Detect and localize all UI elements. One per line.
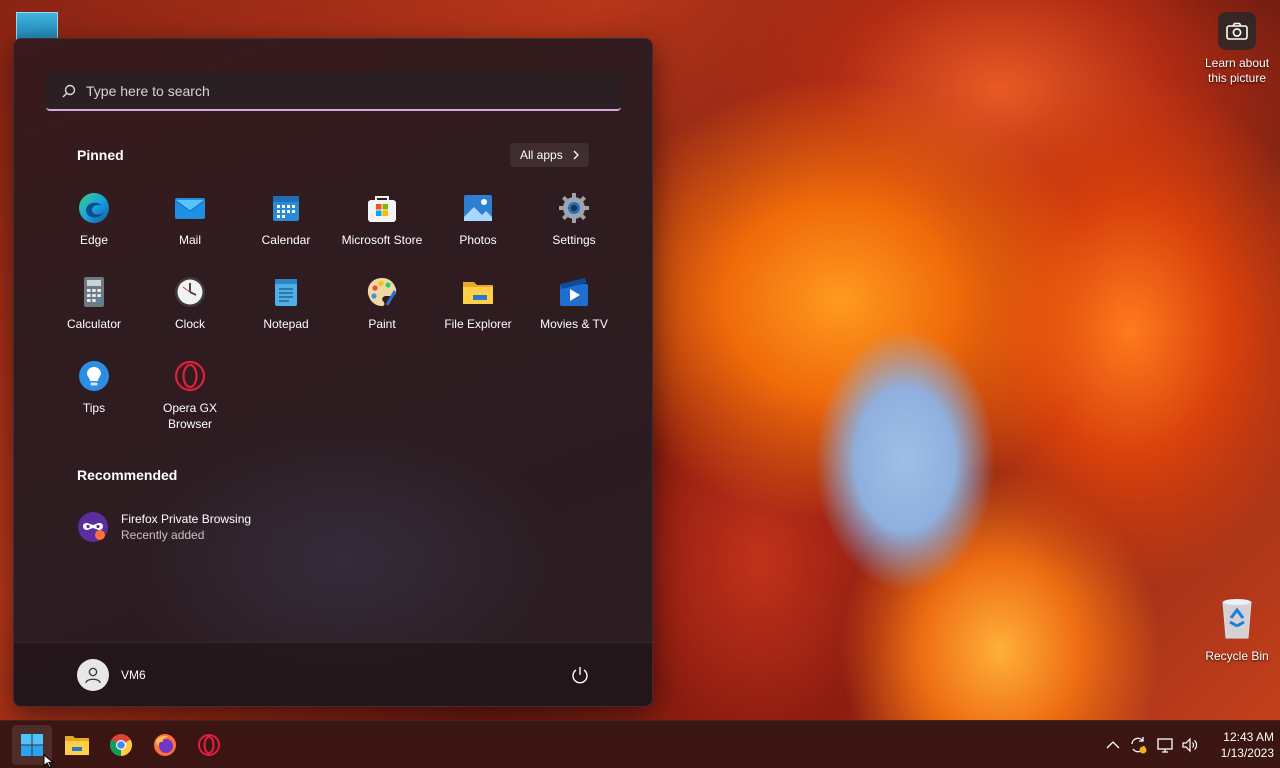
app-label: Edge [79,233,109,247]
calculator-icon [84,277,104,307]
sync-icon [1131,737,1147,754]
pinned-app-photos[interactable]: Photos [430,185,526,269]
pinned-app-edge[interactable]: Edge [46,185,142,269]
search-icon [62,84,76,97]
app-label: File Explorer [444,317,512,331]
tips-icon [79,361,109,391]
app-label: Mail [178,233,201,247]
app-label: Calculator [66,317,122,331]
store-icon [368,196,396,222]
app-label: Paint [368,317,396,331]
clock-time: 12:43 AM [1223,730,1274,744]
folder-icon [463,282,493,304]
firefox-icon [154,734,176,756]
pinned-app-clock[interactable]: Clock [142,269,238,353]
app-label: Tips [82,401,106,415]
pinned-app-file-explorer[interactable]: File Explorer [430,269,526,353]
mail-icon [174,198,206,219]
pinned-app-notepad[interactable]: Notepad [238,269,334,353]
camera-widget-label: Learn about this picture [1204,56,1270,85]
recommended-item-title: Firefox Private Browsing [121,512,252,526]
app-label: Clock [174,317,205,331]
start-search-box[interactable] [46,72,621,111]
chevron-up-icon [1106,741,1120,749]
taskbar: 12:43 AM 1/13/2023 [0,720,1280,768]
network-icon [1157,738,1173,753]
start-icon [21,734,43,756]
user-icon [85,667,101,684]
app-label: Opera GX Browser [162,401,218,431]
app-label: Calendar [261,233,311,247]
user-name: VM6 [121,668,146,682]
avatar [77,659,109,691]
search-input[interactable] [86,82,586,99]
app-label: Microsoft Store [341,233,423,247]
network-tray[interactable] [1156,733,1174,757]
taskbar-chrome[interactable] [101,725,141,765]
pinned-app-mail[interactable]: Mail [142,185,238,269]
pinned-app-calculator[interactable]: Calculator [46,269,142,353]
paint-icon [367,278,397,306]
firefox-private-icon [78,512,108,542]
clock-icon [175,277,205,307]
opera-icon [174,360,206,392]
pinned-app-movies-tv[interactable]: Movies & TV [526,269,622,353]
start-menu-footer: VM6 [14,642,652,706]
mouse-cursor-icon [43,754,55,768]
taskbar-firefox[interactable] [145,725,185,765]
all-apps-label: All apps [520,148,563,162]
folder-icon [65,736,89,755]
notepad-icon [275,279,297,306]
volume-icon [1182,737,1198,753]
power-icon[interactable] [570,665,590,685]
recycle-bin-icon [1222,599,1252,639]
pinned-app-opera-gx[interactable]: Opera GX Browser [142,353,238,437]
sync-status-tray[interactable] [1128,733,1148,757]
chrome-icon [110,734,132,756]
taskbar-file-explorer[interactable] [57,725,97,765]
pinned-app-settings[interactable]: Settings [526,185,622,269]
recommended-item-subtitle: Recently added [121,528,205,542]
show-hidden-icons-button[interactable] [1106,733,1120,757]
app-label: Movies & TV [540,317,608,331]
movies-icon [560,278,588,306]
learn-about-picture-widget[interactable]: Learn about this picture [1200,10,1274,86]
camera-icon[interactable] [1218,12,1256,50]
taskbar-opera-gx[interactable] [189,725,229,765]
app-label: Photos [459,233,497,247]
opera-icon [198,734,220,756]
edge-icon [79,193,109,223]
pinned-title: Pinned [77,147,124,163]
gear-icon [559,193,589,223]
pinned-app-tips[interactable]: Tips [46,353,142,437]
start-menu: Pinned All apps Edge Mail Calendar Micro… [13,38,653,707]
clock-date: 1/13/2023 [1220,746,1274,760]
pinned-app-microsoft-store[interactable]: Microsoft Store [334,185,430,269]
photos-icon [464,195,492,221]
recycle-bin[interactable]: Recycle Bin [1200,596,1274,663]
app-label: Notepad [263,317,309,331]
recommended-item[interactable]: Firefox Private Browsing Recently added [77,511,251,543]
recommended-title: Recommended [77,467,178,483]
chevron-right-icon [573,150,579,160]
pinned-app-calendar[interactable]: Calendar [238,185,334,269]
pinned-app-paint[interactable]: Paint [334,269,430,353]
recycle-bin-label: Recycle Bin [1205,649,1269,663]
app-label: Settings [552,233,596,247]
volume-tray[interactable] [1181,733,1199,757]
all-apps-button[interactable]: All apps [510,143,589,167]
user-account-button[interactable]: VM6 [77,659,146,691]
taskbar-clock[interactable]: 12:43 AM 1/13/2023 [1204,729,1274,761]
pinned-apps-grid: Edge Mail Calendar Microsoft Store Photo… [46,185,622,437]
calendar-icon [273,196,299,221]
